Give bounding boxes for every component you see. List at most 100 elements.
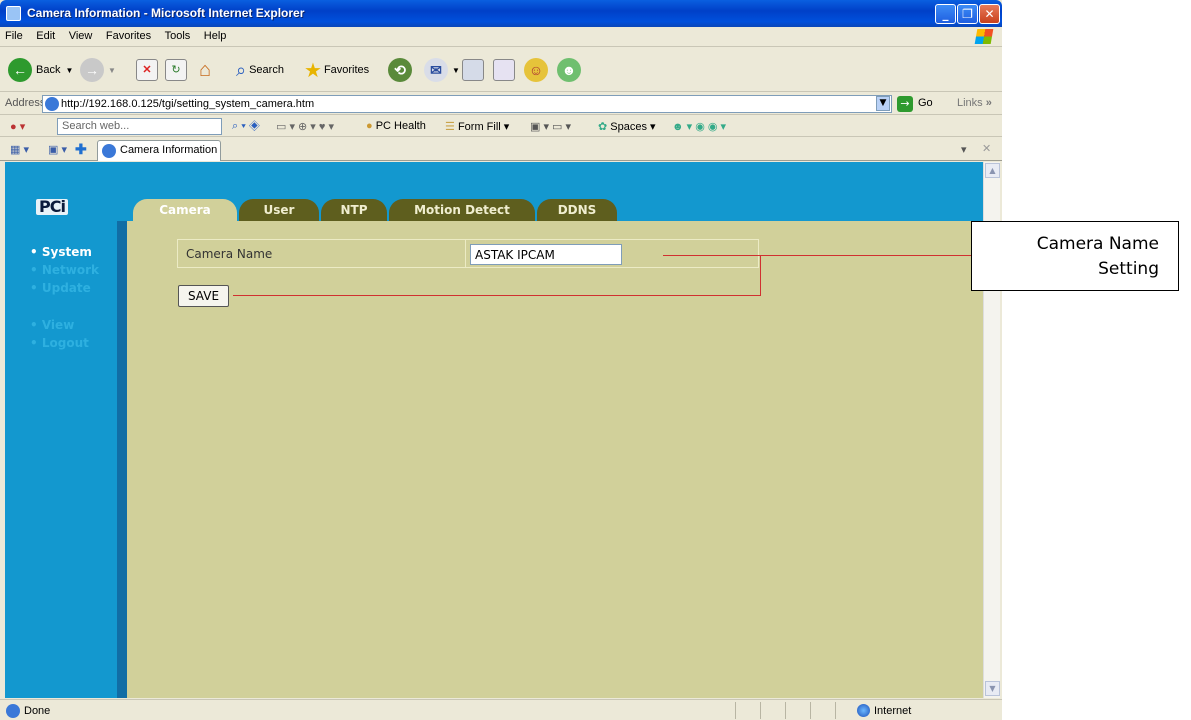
stop-button[interactable]: ✕: [136, 56, 158, 84]
minimize-button[interactable]: _: [935, 4, 956, 24]
tab-close-icon[interactable]: ✕: [982, 142, 991, 155]
form-fill-icon: ☰: [445, 121, 455, 133]
spaces-button[interactable]: ✿ Spaces ▾: [598, 120, 656, 133]
contacts-button[interactable]: ☻: [557, 56, 585, 84]
star-icon: ★: [304, 59, 322, 82]
nav-network[interactable]: • Network: [30, 263, 99, 277]
title-bar: Camera Information - Microsoft Internet …: [0, 0, 1002, 27]
rss-icons[interactable]: ▣ ▾ ▭ ▾: [530, 120, 571, 133]
status-page-icon: [6, 704, 20, 718]
status-divider: [735, 702, 736, 719]
pci-logo: PCi: [36, 199, 68, 215]
favorites-button[interactable]: ★ Favorites: [304, 56, 369, 84]
go-arrow-icon[interactable]: →: [897, 96, 913, 112]
tab-list-icon[interactable]: ▦ ▾: [10, 143, 29, 156]
back-dropdown-icon: ▼: [65, 65, 74, 75]
history-icon: ⟲: [388, 58, 412, 82]
browser-tab-bar: ▦ ▾ ▣ ▾ ✚ Camera Information ▾ ✕: [0, 138, 1002, 161]
edit-button[interactable]: [493, 56, 515, 84]
windows-logo-icon: [974, 29, 994, 44]
address-dropdown-icon[interactable]: ▼: [876, 96, 890, 111]
messenger-button[interactable]: ☺: [524, 56, 552, 84]
back-arrow-icon: ←: [8, 58, 32, 82]
nav-view[interactable]: • View: [30, 318, 74, 332]
forward-button[interactable]: → ▼: [80, 56, 116, 84]
search-toolbar: ● ▾ Search web... ⌕ ▾ ◈ ▭ ▾ ⊕ ▾ ♥ ▾ ● PC…: [0, 116, 1002, 137]
stop-icon: ✕: [136, 59, 158, 81]
scroll-up-icon[interactable]: ▲: [985, 163, 1000, 178]
forward-dropdown-icon: ▼: [108, 65, 116, 75]
annotation-line-2: Setting: [1098, 259, 1159, 279]
mail-icon: ✉: [424, 58, 448, 82]
new-tab-icon[interactable]: ✚: [75, 141, 87, 158]
row-divider: [465, 240, 466, 267]
callout-line-save: [233, 295, 761, 296]
menu-bar: File Edit View Favorites Tools Help: [0, 27, 1002, 47]
menu-favorites[interactable]: Favorites: [101, 27, 156, 45]
messenger-icon: ☺: [524, 58, 548, 82]
pc-health-button[interactable]: ● PC Health: [366, 120, 426, 132]
tab-ddns[interactable]: DDNS: [537, 199, 617, 221]
search-go-icon[interactable]: ⌕ ▾ ◈: [232, 120, 260, 133]
quick-tabs-icon[interactable]: ▣ ▾: [48, 143, 67, 156]
camera-name-input[interactable]: [470, 244, 622, 265]
messenger-toolbar-icons[interactable]: ☻ ▾ ◉ ◉ ▾: [672, 120, 726, 133]
nav-system[interactable]: • System: [30, 245, 92, 259]
menu-file[interactable]: File: [0, 27, 28, 45]
search-engine-icon[interactable]: ● ▾: [10, 120, 25, 133]
security-zone: Internet: [874, 705, 912, 717]
menu-view[interactable]: View: [64, 27, 98, 45]
refresh-button[interactable]: ↻: [165, 56, 187, 84]
callout-line-name: [663, 255, 971, 256]
ie-page-icon: [6, 6, 21, 21]
status-divider: [835, 702, 836, 719]
search-web-input[interactable]: Search web...: [57, 118, 222, 135]
page-icon: [45, 97, 59, 111]
mail-button[interactable]: ✉ ▼: [424, 56, 460, 84]
history-button[interactable]: ⟲: [388, 56, 416, 84]
menu-help[interactable]: Help: [199, 27, 232, 45]
page-content: PCi • System • Network • Update • View •…: [5, 162, 983, 698]
print-button[interactable]: [462, 56, 484, 84]
tab-ntp[interactable]: NTP: [321, 199, 387, 221]
maximize-button[interactable]: ❐: [957, 4, 978, 24]
nav-update[interactable]: • Update: [30, 281, 91, 295]
address-label: Address: [5, 97, 46, 109]
form-fill-button[interactable]: ☰ Form Fill ▾: [445, 120, 509, 133]
camera-name-label: Camera Name: [186, 247, 273, 261]
window-title: Camera Information - Microsoft Internet …: [27, 6, 305, 20]
menu-edit[interactable]: Edit: [31, 27, 60, 45]
close-button[interactable]: ✕: [979, 4, 1000, 24]
tab-user[interactable]: User: [239, 199, 319, 221]
edit-icon: [493, 59, 515, 81]
go-button[interactable]: Go: [918, 97, 933, 109]
browser-window: Camera Information - Microsoft Internet …: [0, 0, 1002, 720]
standard-toolbar: ← Back ▼ → ▼ ✕ ↻ ⌂ ⌕ Search ★ Favorites …: [0, 48, 1002, 92]
back-button[interactable]: ← Back ▼: [8, 56, 73, 84]
tab-motion-detect[interactable]: Motion Detect: [389, 199, 535, 221]
home-icon: ⌂: [199, 58, 212, 81]
address-input[interactable]: http://192.168.0.125/tgi/setting_system_…: [42, 95, 892, 113]
toolbar-extra-icons[interactable]: ▭ ▾ ⊕ ▾ ♥ ▾: [276, 120, 334, 133]
annotation-line-1: Camera Name: [1036, 234, 1159, 254]
address-bar: Address http://192.168.0.125/tgi/setting…: [0, 93, 1002, 115]
links-button[interactable]: Links »: [957, 97, 992, 109]
status-text: Done: [24, 705, 51, 717]
scroll-down-icon[interactable]: ▼: [985, 681, 1000, 696]
camera-name-row: Camera Name: [177, 239, 759, 268]
pc-health-icon: ●: [366, 120, 373, 132]
tab-dropdown-icon[interactable]: ▾: [961, 143, 967, 156]
status-bar: Done Internet: [0, 699, 1002, 720]
tab-camera[interactable]: Camera: [133, 199, 237, 221]
mail-dropdown-icon: ▼: [452, 65, 460, 75]
spaces-icon: ✿: [598, 121, 608, 133]
browser-tab-camera-information[interactable]: Camera Information: [97, 140, 221, 161]
print-icon: [462, 59, 484, 81]
nav-logout[interactable]: • Logout: [30, 336, 89, 350]
menu-tools[interactable]: Tools: [160, 27, 196, 45]
search-button[interactable]: ⌕ Search: [236, 56, 284, 84]
status-divider: [760, 702, 761, 719]
home-button[interactable]: ⌂: [199, 56, 211, 84]
save-button[interactable]: SAVE: [178, 285, 229, 307]
forward-arrow-icon: →: [80, 58, 104, 82]
